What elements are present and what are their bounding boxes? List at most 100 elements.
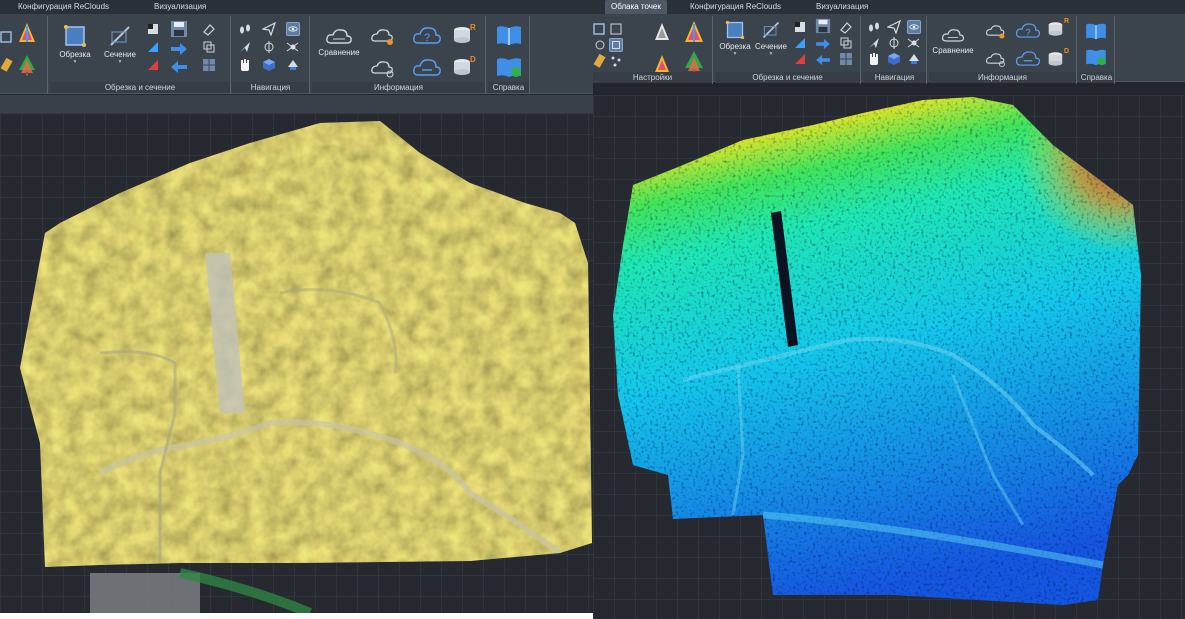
cloud-distance-icon[interactable]: [985, 22, 1007, 40]
clip-plane-icon[interactable]: [146, 40, 160, 54]
rotate-icon[interactable]: [262, 40, 276, 54]
cloud-sync-icon[interactable]: [1015, 48, 1041, 70]
tab-reclouds-config[interactable]: Конфигурация ReClouds: [684, 0, 787, 14]
tab-visualization[interactable]: Визуализация: [148, 0, 212, 14]
database-r-button[interactable]: R: [1047, 18, 1073, 44]
ribbon-group-help: Справка: [488, 16, 530, 94]
clip-plane-icon[interactable]: [793, 36, 807, 50]
fly-icon[interactable]: [887, 20, 901, 34]
compare-cloud-icon: [326, 29, 352, 44]
home-view-icon[interactable]: [907, 52, 921, 66]
home-view-icon[interactable]: [286, 58, 300, 72]
left-app-window: Конфигурация ReClouds Визуализация Обрез…: [0, 0, 593, 613]
group-label-help: Справка: [1079, 72, 1114, 83]
walk-icon[interactable]: [867, 20, 881, 34]
arrow-right-icon[interactable]: [170, 42, 188, 56]
manual-book-icon[interactable]: [496, 24, 522, 46]
color-by-height-icon[interactable]: [17, 22, 37, 44]
ribbon-group-navigation: Навигация: [863, 16, 927, 84]
rotate-icon[interactable]: [593, 38, 607, 52]
walk-icon[interactable]: [238, 22, 252, 36]
fly-icon[interactable]: [262, 22, 276, 36]
clip-button[interactable]: Обрезка ▼: [54, 24, 96, 65]
clip-button[interactable]: Обрезка ▼: [717, 20, 753, 57]
compare-cloud-icon: [941, 29, 965, 42]
rgb-color-icon[interactable]: [653, 54, 671, 74]
tree-icon[interactable]: [17, 54, 37, 76]
database-d-icon[interactable]: D: [452, 54, 478, 80]
eraser-icon[interactable]: [839, 20, 853, 34]
edit-icon[interactable]: [609, 22, 623, 36]
database-d-button[interactable]: D: [1047, 48, 1073, 74]
crop-view-icon[interactable]: [0, 30, 14, 44]
layers-icon[interactable]: [839, 36, 853, 50]
crop-view-icon[interactable]: [593, 22, 607, 36]
help-book-icon[interactable]: [1085, 48, 1107, 66]
ribbon: Обрезка ▼ Сечение ▼ Обрезка и сечение На…: [0, 14, 593, 94]
save-icon[interactable]: [815, 18, 831, 34]
database-r-icon[interactable]: R: [452, 22, 478, 48]
select-mode-icon[interactable]: [609, 38, 623, 52]
arrow-left-icon[interactable]: [170, 60, 188, 74]
viewport-rgb[interactable]: [0, 113, 593, 613]
cloud-help-icon[interactable]: ?: [412, 24, 442, 48]
group-label-information: Информация: [312, 82, 485, 93]
pencil-icon[interactable]: [593, 54, 607, 68]
grid-icon[interactable]: [839, 52, 853, 66]
cloud-help-icon[interactable]: ?: [1015, 20, 1041, 42]
eraser-icon[interactable]: [202, 22, 216, 36]
grid-icon[interactable]: [202, 58, 216, 72]
points-icon[interactable]: [609, 54, 623, 68]
spider-icon[interactable]: [907, 36, 921, 50]
ribbon-group-help: Справка: [1079, 16, 1115, 84]
arrow-right-icon[interactable]: [815, 38, 831, 50]
layers-icon[interactable]: [202, 40, 216, 54]
save-icon[interactable]: [170, 20, 188, 38]
clip-inside-icon[interactable]: [793, 20, 807, 34]
section-button[interactable]: Сечение ▼: [753, 20, 789, 57]
clip-inside-icon[interactable]: [146, 22, 160, 36]
point-size-icon[interactable]: [653, 22, 671, 42]
tab-visualization[interactable]: Визуализация: [810, 0, 874, 14]
ribbon-group-clip-section: Обрезка ▼ Сечение ▼ Обрезка и сечение: [50, 16, 231, 94]
rotate-icon[interactable]: [887, 36, 901, 50]
help-book-icon[interactable]: [496, 56, 522, 78]
arrow-left-icon[interactable]: [815, 54, 831, 66]
color-by-height-icon[interactable]: [683, 20, 705, 44]
pointer-icon[interactable]: [238, 40, 252, 54]
cube-icon[interactable]: [262, 58, 276, 72]
hand-icon[interactable]: [238, 58, 252, 72]
clip-box-icon: [64, 25, 86, 47]
section-button[interactable]: Сечение ▼: [98, 24, 142, 65]
compare-button-label: Сравнение: [932, 46, 974, 55]
tab-point-clouds[interactable]: Облака точек: [605, 0, 667, 14]
orbit-icon[interactable]: [907, 20, 921, 34]
rgb-point-cloud: [20, 121, 592, 613]
compare-button-label: Сравнение: [318, 48, 360, 57]
cloud-measure-icon[interactable]: [985, 50, 1007, 68]
spider-icon[interactable]: [286, 40, 300, 54]
group-label-information: Информация: [929, 72, 1076, 83]
compare-button[interactable]: Сравнение: [929, 26, 977, 55]
cloud-measure-icon[interactable]: [370, 58, 396, 78]
compare-button[interactable]: Сравнение: [314, 26, 364, 57]
hand-icon[interactable]: [867, 52, 881, 66]
pencil-icon[interactable]: [0, 58, 14, 72]
pointer-icon[interactable]: [867, 36, 881, 50]
cloud-sync-icon[interactable]: [412, 56, 442, 80]
orbit-icon[interactable]: [286, 22, 300, 36]
clip-button-label: Обрезка: [59, 50, 91, 59]
ribbon-group-information: Сравнение ? R D Информация: [312, 16, 486, 94]
tree-icon[interactable]: [683, 50, 705, 74]
cube-icon[interactable]: [887, 52, 901, 66]
ribbon-group-information: Сравнение ? R D Информация: [929, 16, 1077, 84]
group-label-help: Справка: [488, 82, 529, 93]
tab-reclouds-config[interactable]: Конфигурация ReClouds: [12, 0, 115, 14]
cloud-distance-icon[interactable]: [370, 26, 396, 46]
ribbon-group-clip-section: Обрезка ▼ Сечение ▼ Обрезка и сечение: [715, 16, 861, 84]
clip-remove-icon[interactable]: [146, 58, 160, 72]
viewport-elevation[interactable]: [593, 95, 1185, 619]
manual-book-icon[interactable]: [1085, 22, 1107, 40]
clip-remove-icon[interactable]: [793, 52, 807, 66]
svg-text:?: ?: [424, 32, 430, 44]
